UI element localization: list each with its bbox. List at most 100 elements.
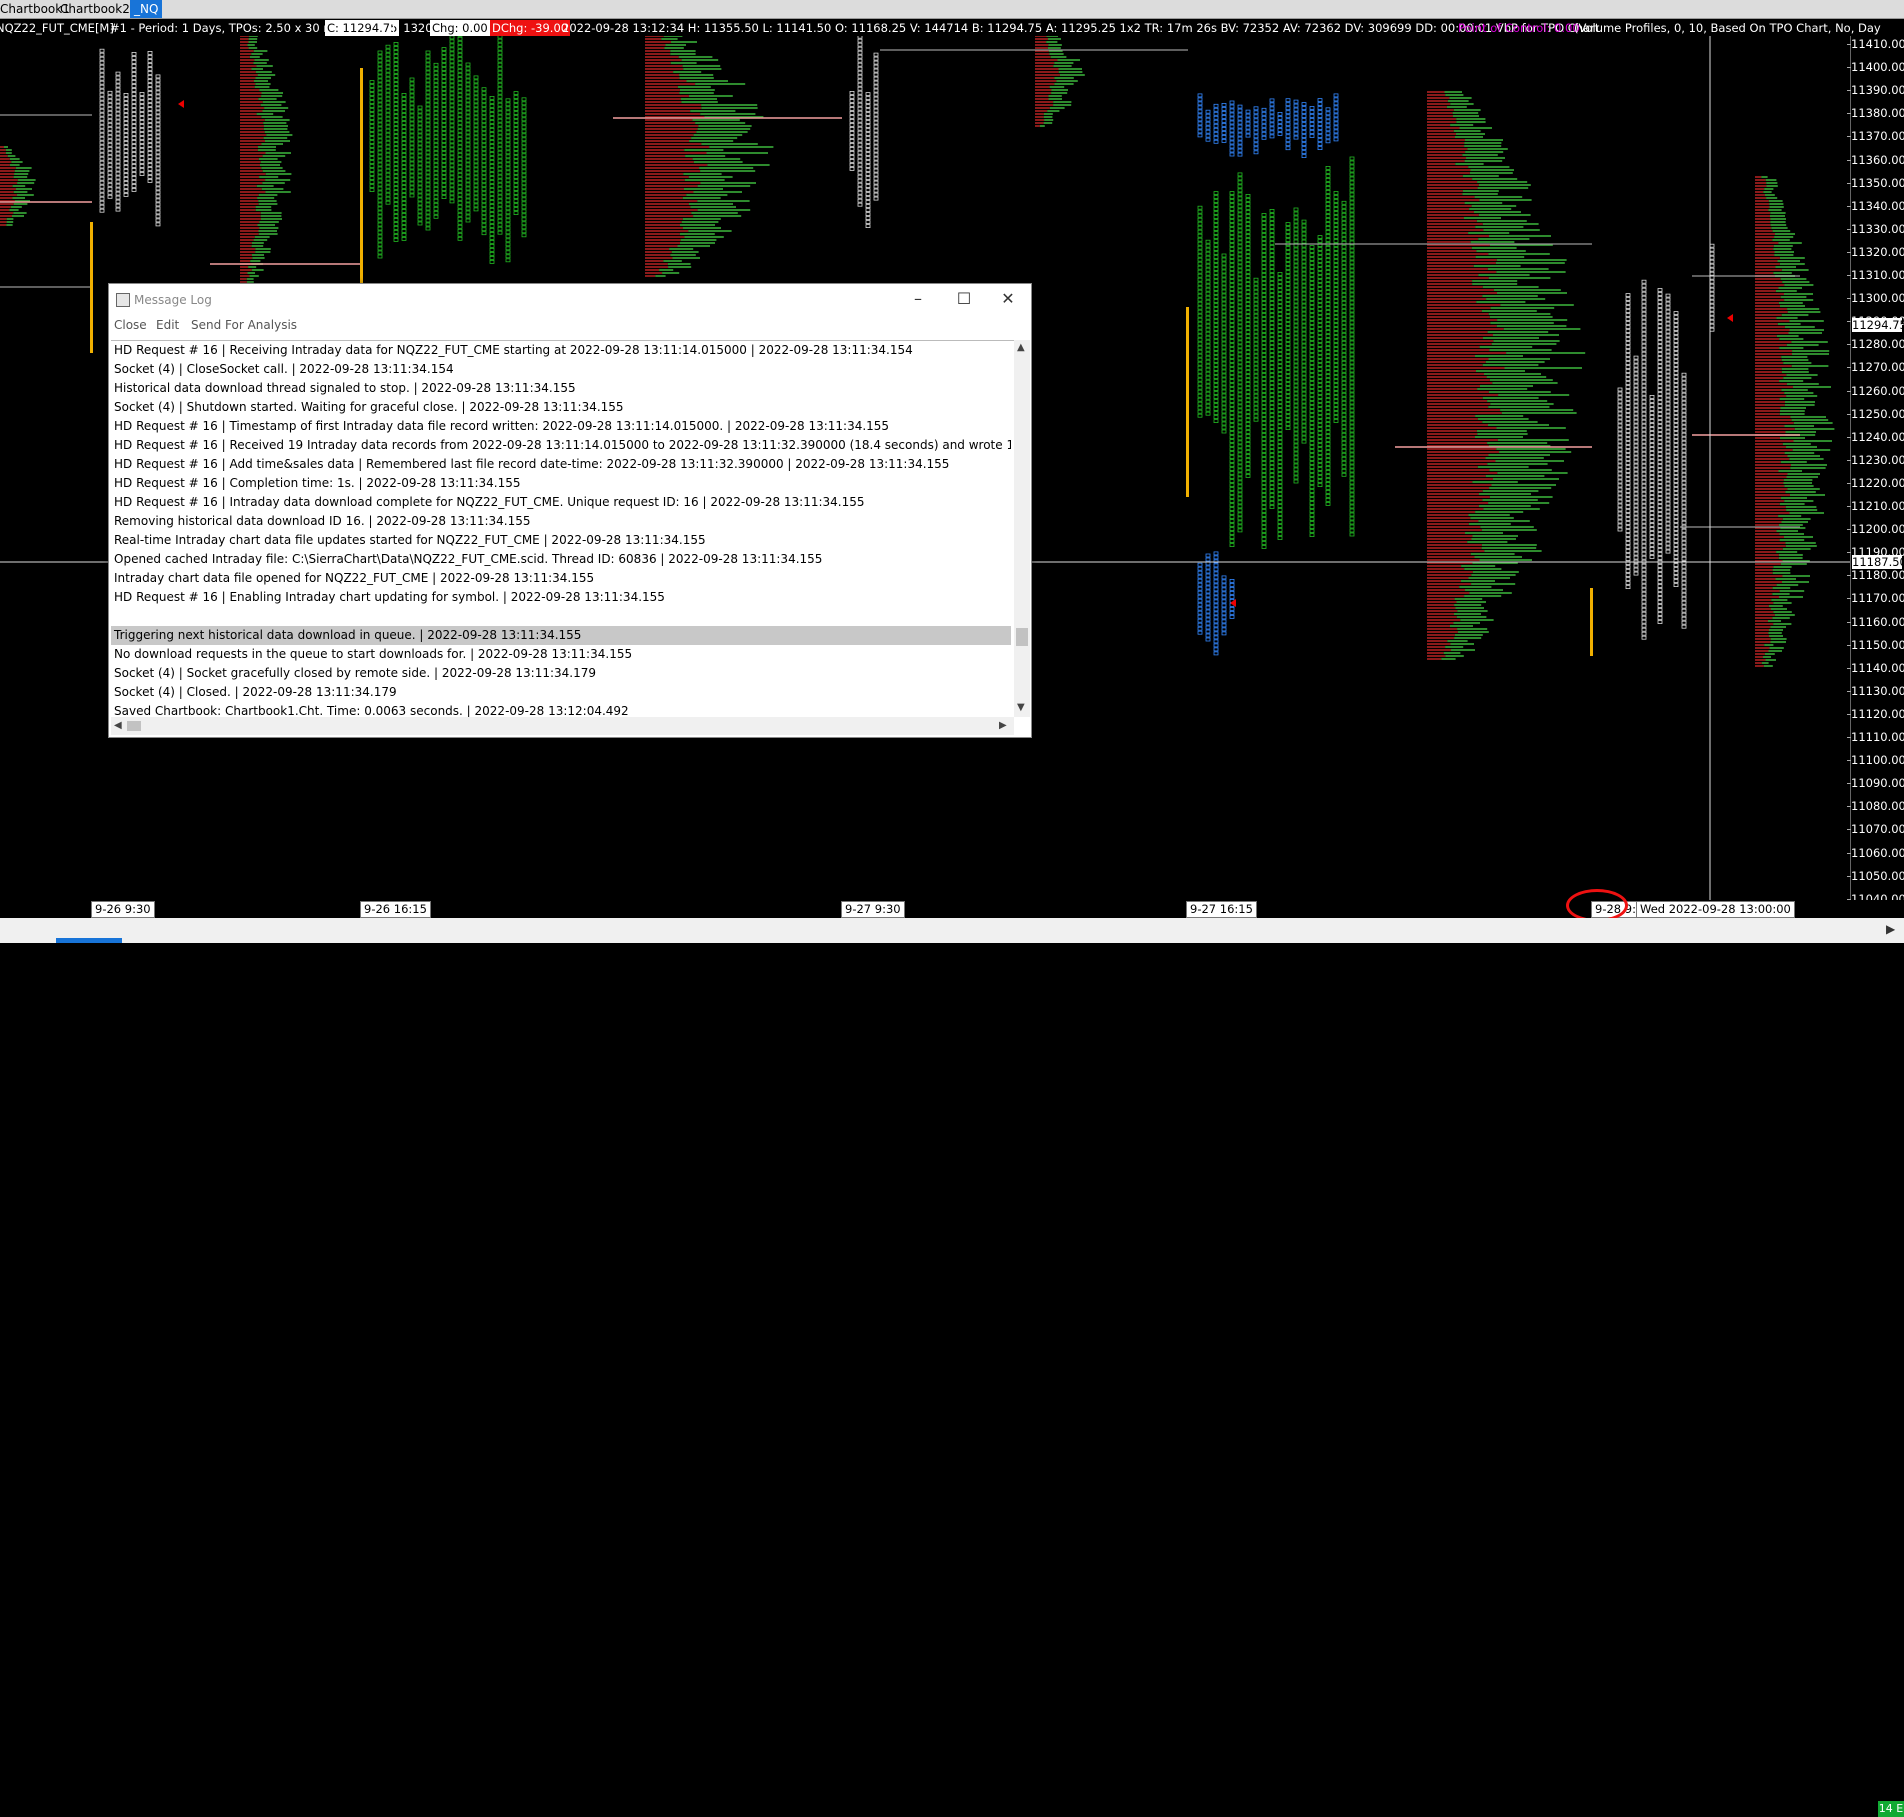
- menu-send-for-analysis[interactable]: Send For Analysis: [191, 318, 297, 332]
- log-line[interactable]: Socket (4) | Shutdown started. Waiting f…: [111, 398, 1011, 417]
- volume-bar-up: [1794, 422, 1833, 424]
- scroll-left-icon[interactable]: ◀: [114, 720, 122, 731]
- volume-bar-up: [1053, 101, 1071, 103]
- tpo-block: [1618, 480, 1622, 483]
- tpo-block: [1262, 366, 1266, 369]
- close-icon[interactable]: ✕: [985, 284, 1031, 316]
- tpo-block: [124, 93, 128, 96]
- tab-chartbook2[interactable]: Chartbook2: [56, 0, 134, 18]
- tpo-block: [1650, 491, 1654, 494]
- log-line[interactable]: Saved Chartbook: Chartbook1.Cht. Time: 0…: [111, 702, 1011, 718]
- tpo-block: [1254, 378, 1258, 381]
- price-axis[interactable]: 11040.0011050.0011060.0011070.0011080.00…: [1850, 36, 1904, 900]
- tpo-block: [1278, 457, 1282, 460]
- volume-bar-down: [1427, 91, 1445, 93]
- log-line[interactable]: Opened cached Intraday file: C:\SierraCh…: [111, 550, 1011, 569]
- tpo-block: [482, 132, 486, 135]
- tpo-block: [1334, 388, 1338, 391]
- menu-close[interactable]: Close: [114, 318, 147, 332]
- log-line[interactable]: Removing historical data download ID 16.…: [111, 512, 1011, 531]
- tpo-block: [1214, 140, 1218, 143]
- message-log-titlebar[interactable]: Message Log – ☐ ✕: [109, 284, 1031, 316]
- tpo-block: [1238, 229, 1242, 232]
- tpo-block: [1626, 502, 1630, 505]
- volume-profile-day5: [1755, 176, 1834, 667]
- log-line[interactable]: HD Request # 16 | Add time&sales data | …: [111, 455, 1011, 474]
- volume-bar-down: [240, 197, 257, 199]
- message-log-list[interactable]: HD Request # 16 | Receiving Intraday dat…: [111, 340, 1014, 718]
- log-line[interactable]: HD Request # 16 | Timestamp of first Int…: [111, 417, 1011, 436]
- volume-bar-down: [0, 185, 13, 187]
- volume-bar-up: [1779, 557, 1803, 559]
- volume-bar-up: [1791, 341, 1827, 343]
- vertical-scrollbar[interactable]: ▲ ▼: [1014, 340, 1030, 717]
- log-line[interactable]: Historical data download thread signaled…: [111, 379, 1011, 398]
- log-line[interactable]: [111, 607, 1011, 626]
- tpo-block: [1334, 384, 1338, 387]
- volume-bar-down: [1427, 145, 1464, 147]
- log-line[interactable]: Socket (4) | CloseSocket call. | 2022-09…: [111, 360, 1011, 379]
- tpo-block: [1294, 224, 1298, 227]
- volume-bar-down: [240, 185, 257, 187]
- tpo-block: [1318, 472, 1322, 475]
- log-line[interactable]: Socket (4) | Closed. | 2022-09-28 13:11:…: [111, 683, 1011, 702]
- tpo-block: [1294, 252, 1298, 255]
- scroll-right-icon[interactable]: ▶: [999, 720, 1007, 731]
- volume-bar-down: [645, 131, 696, 133]
- tpo-block: [866, 93, 870, 96]
- tab-nq[interactable]: _NQ: [130, 0, 162, 18]
- volume-bar-down: [240, 119, 265, 121]
- tpo-block: [1230, 352, 1234, 355]
- log-line[interactable]: Real-time Intraday chart data file updat…: [111, 531, 1011, 550]
- minimize-icon[interactable]: –: [895, 284, 941, 316]
- volume-bar-down: [1035, 71, 1059, 73]
- tpo-block: [1302, 107, 1306, 110]
- tpo-block: [1634, 492, 1638, 495]
- log-line[interactable]: HD Request # 16 | Received 19 Intraday d…: [111, 436, 1011, 455]
- log-line[interactable]: No download requests in the queue to sta…: [111, 645, 1011, 664]
- volume-bar-down: [240, 36, 249, 37]
- tpo-block: [1238, 117, 1242, 120]
- log-line[interactable]: HD Request # 16 | Intraday data download…: [111, 493, 1011, 512]
- tpo-block: [1634, 488, 1638, 491]
- tpo-block: [450, 76, 454, 79]
- tpo-block: [1278, 293, 1282, 296]
- scroll-down-icon[interactable]: ▼: [1017, 702, 1025, 713]
- log-line[interactable]: HD Request # 16 | Completion time: 1s. |…: [111, 474, 1011, 493]
- log-line[interactable]: Intraday chart data file opened for NQZ2…: [111, 569, 1011, 588]
- log-line[interactable]: HD Request # 16 | Receiving Intraday dat…: [111, 341, 1011, 360]
- scroll-thumb[interactable]: [1016, 628, 1028, 646]
- volume-bar-down: [1755, 620, 1768, 622]
- tpo-block: [1198, 410, 1202, 413]
- scroll-thumb[interactable]: [127, 721, 141, 731]
- tpo-block: [1214, 404, 1218, 407]
- tpo-block: [498, 147, 502, 150]
- volume-bar-up: [693, 158, 741, 160]
- log-line[interactable]: HD Request # 16 | Enabling Intraday char…: [111, 588, 1011, 607]
- tpo-block: [1658, 397, 1662, 400]
- sheet-indicator: [56, 938, 122, 943]
- maximize-icon[interactable]: ☐: [941, 284, 987, 316]
- tpo-block: [1230, 300, 1234, 303]
- tpo-block: [1302, 336, 1306, 339]
- tpo-block: [386, 133, 390, 136]
- bottom-scroll-bar[interactable]: ▶: [0, 918, 1904, 943]
- tpo-block: [1682, 441, 1686, 444]
- volume-bar-down: [1755, 368, 1782, 370]
- tpo-block: [1278, 313, 1282, 316]
- tpo-block: [1238, 441, 1242, 444]
- volume-bar-down: [1427, 271, 1496, 273]
- volume-bar-up: [1489, 358, 1551, 360]
- volume-bar-down: [1427, 214, 1479, 216]
- scroll-up-icon[interactable]: ▲: [1017, 342, 1025, 353]
- menu-edit[interactable]: Edit: [156, 318, 179, 332]
- tpo-block: [1682, 425, 1686, 428]
- volume-bar-down: [1755, 659, 1766, 661]
- log-line[interactable]: Triggering next historical data download…: [111, 626, 1011, 645]
- horizontal-scrollbar[interactable]: ◀ ▶: [111, 717, 1014, 735]
- scroll-right-icon[interactable]: ▶: [1886, 922, 1895, 936]
- log-line[interactable]: Socket (4) | Socket gracefully closed by…: [111, 664, 1011, 683]
- volume-bar-up: [1765, 194, 1775, 196]
- volume-bar-up: [1500, 409, 1573, 411]
- volume-bar-up: [1451, 649, 1475, 651]
